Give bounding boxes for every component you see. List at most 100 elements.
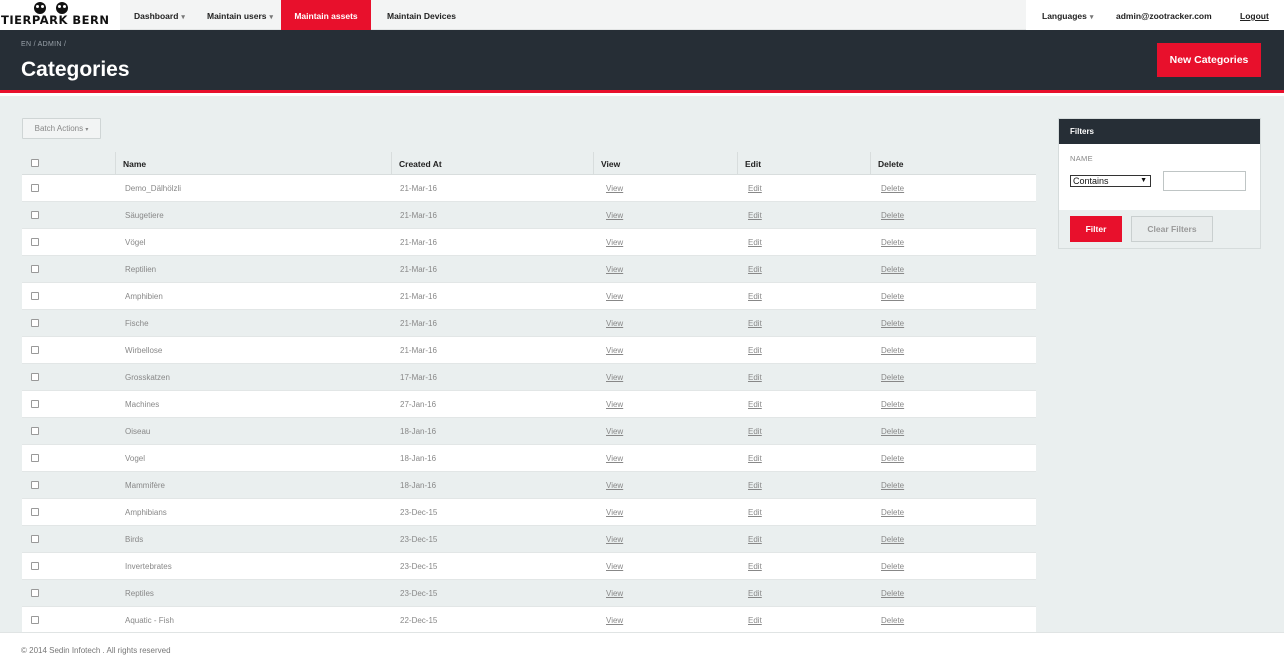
edit-link[interactable]: Edit	[748, 616, 762, 625]
breadcrumb[interactable]: EN / ADMIN /	[21, 41, 66, 48]
nav-maintain-users[interactable]: Maintain users ▾	[207, 0, 273, 30]
chevron-down-icon: ▾	[269, 14, 274, 21]
edit-link[interactable]: Edit	[748, 562, 762, 571]
view-link[interactable]: View	[606, 211, 623, 220]
delete-link[interactable]: Delete	[881, 535, 904, 544]
delete-link[interactable]: Delete	[881, 319, 904, 328]
view-link[interactable]: View	[606, 319, 623, 328]
view-link[interactable]: View	[606, 589, 623, 598]
chevron-down-icon: ▾	[181, 14, 185, 21]
edit-link[interactable]: Edit	[748, 346, 762, 355]
edit-link[interactable]: Edit	[748, 589, 762, 598]
edit-link[interactable]: Edit	[748, 319, 762, 328]
row-checkbox[interactable]	[31, 427, 39, 435]
delete-link[interactable]: Delete	[881, 346, 904, 355]
row-checkbox[interactable]	[31, 184, 39, 192]
category-name: Aquatic - Fish	[125, 616, 174, 625]
table-row: Invertebrates 23-Dec-15 View Edit Delete	[22, 553, 1036, 580]
view-link[interactable]: View	[606, 265, 623, 274]
nav-dashboard[interactable]: Dashboard ▾	[134, 0, 185, 30]
edit-link[interactable]: Edit	[748, 508, 762, 517]
view-link[interactable]: View	[606, 508, 623, 517]
delete-link[interactable]: Delete	[881, 373, 904, 382]
delete-link[interactable]: Delete	[881, 184, 904, 193]
main-content: Batch Actions ▾ Name Created At View Edi…	[0, 96, 1284, 632]
delete-link[interactable]: Delete	[881, 562, 904, 571]
edit-link[interactable]: Edit	[748, 427, 762, 436]
row-checkbox[interactable]	[31, 373, 39, 381]
nav-maintain-devices[interactable]: Maintain Devices	[387, 0, 456, 30]
category-name: Amphibien	[125, 292, 163, 301]
edit-link[interactable]: Edit	[748, 454, 762, 463]
view-link[interactable]: View	[606, 184, 623, 193]
view-link[interactable]: View	[606, 346, 623, 355]
name-filter-input[interactable]	[1163, 171, 1246, 191]
row-checkbox[interactable]	[31, 238, 39, 246]
delete-link[interactable]: Delete	[881, 589, 904, 598]
created-at: 18-Jan-16	[400, 427, 437, 436]
created-at: 18-Jan-16	[400, 481, 437, 490]
row-checkbox[interactable]	[31, 589, 39, 597]
row-checkbox[interactable]	[31, 211, 39, 219]
delete-link[interactable]: Delete	[881, 427, 904, 436]
column-edit: Edit	[737, 152, 870, 175]
batch-actions-button[interactable]: Batch Actions ▾	[22, 118, 101, 139]
delete-link[interactable]: Delete	[881, 508, 904, 517]
view-link[interactable]: View	[606, 427, 623, 436]
edit-link[interactable]: Edit	[748, 211, 762, 220]
user-email[interactable]: admin@zootracker.com	[1116, 0, 1212, 30]
edit-link[interactable]: Edit	[748, 265, 762, 274]
view-link[interactable]: View	[606, 454, 623, 463]
row-checkbox[interactable]	[31, 346, 39, 354]
delete-link[interactable]: Delete	[881, 481, 904, 490]
nav-maintain-assets[interactable]: Maintain assets	[281, 0, 371, 30]
delete-link[interactable]: Delete	[881, 292, 904, 301]
logout-link[interactable]: Logout	[1240, 0, 1269, 30]
edit-link[interactable]: Edit	[748, 184, 762, 193]
edit-link[interactable]: Edit	[748, 535, 762, 544]
edit-link[interactable]: Edit	[748, 481, 762, 490]
edit-link[interactable]: Edit	[748, 400, 762, 409]
row-checkbox[interactable]	[31, 508, 39, 516]
operator-select[interactable]: Contains ▼	[1070, 175, 1151, 187]
operator-value: Contains	[1073, 176, 1109, 186]
filter-button[interactable]: Filter	[1070, 216, 1122, 242]
row-checkbox[interactable]	[31, 400, 39, 408]
new-categories-button[interactable]: New Categories	[1157, 43, 1261, 77]
delete-link[interactable]: Delete	[881, 265, 904, 274]
brand-logo[interactable]: TIERPARK BERN	[0, 0, 120, 30]
edit-link[interactable]: Edit	[748, 238, 762, 247]
clear-filters-button[interactable]: Clear Filters	[1131, 216, 1213, 242]
view-link[interactable]: View	[606, 535, 623, 544]
delete-link[interactable]: Delete	[881, 211, 904, 220]
view-link[interactable]: View	[606, 481, 623, 490]
row-checkbox[interactable]	[31, 319, 39, 327]
view-link[interactable]: View	[606, 616, 623, 625]
row-checkbox[interactable]	[31, 562, 39, 570]
edit-link[interactable]: Edit	[748, 373, 762, 382]
delete-link[interactable]: Delete	[881, 616, 904, 625]
row-checkbox[interactable]	[31, 292, 39, 300]
view-link[interactable]: View	[606, 373, 623, 382]
column-created-at[interactable]: Created At	[391, 152, 593, 175]
languages-menu[interactable]: Languages ▾	[1042, 0, 1093, 30]
select-all-checkbox[interactable]	[31, 159, 39, 167]
view-link[interactable]: View	[606, 238, 623, 247]
nav-maintain-users-label: Maintain users	[207, 11, 267, 21]
row-checkbox[interactable]	[31, 535, 39, 543]
edit-link[interactable]: Edit	[748, 292, 762, 301]
row-checkbox[interactable]	[31, 454, 39, 462]
category-name: Oiseau	[125, 427, 151, 436]
row-checkbox[interactable]	[31, 265, 39, 273]
delete-link[interactable]: Delete	[881, 238, 904, 247]
delete-link[interactable]: Delete	[881, 400, 904, 409]
delete-link[interactable]: Delete	[881, 454, 904, 463]
view-link[interactable]: View	[606, 400, 623, 409]
column-name[interactable]: Name	[115, 152, 391, 175]
view-link[interactable]: View	[606, 292, 623, 301]
row-checkbox[interactable]	[31, 616, 39, 624]
row-checkbox[interactable]	[31, 481, 39, 489]
table-row: Machines 27-Jan-16 View Edit Delete	[22, 391, 1036, 418]
view-link[interactable]: View	[606, 562, 623, 571]
nav-user-area: Languages ▾ admin@zootracker.com Logout	[1026, 0, 1284, 30]
